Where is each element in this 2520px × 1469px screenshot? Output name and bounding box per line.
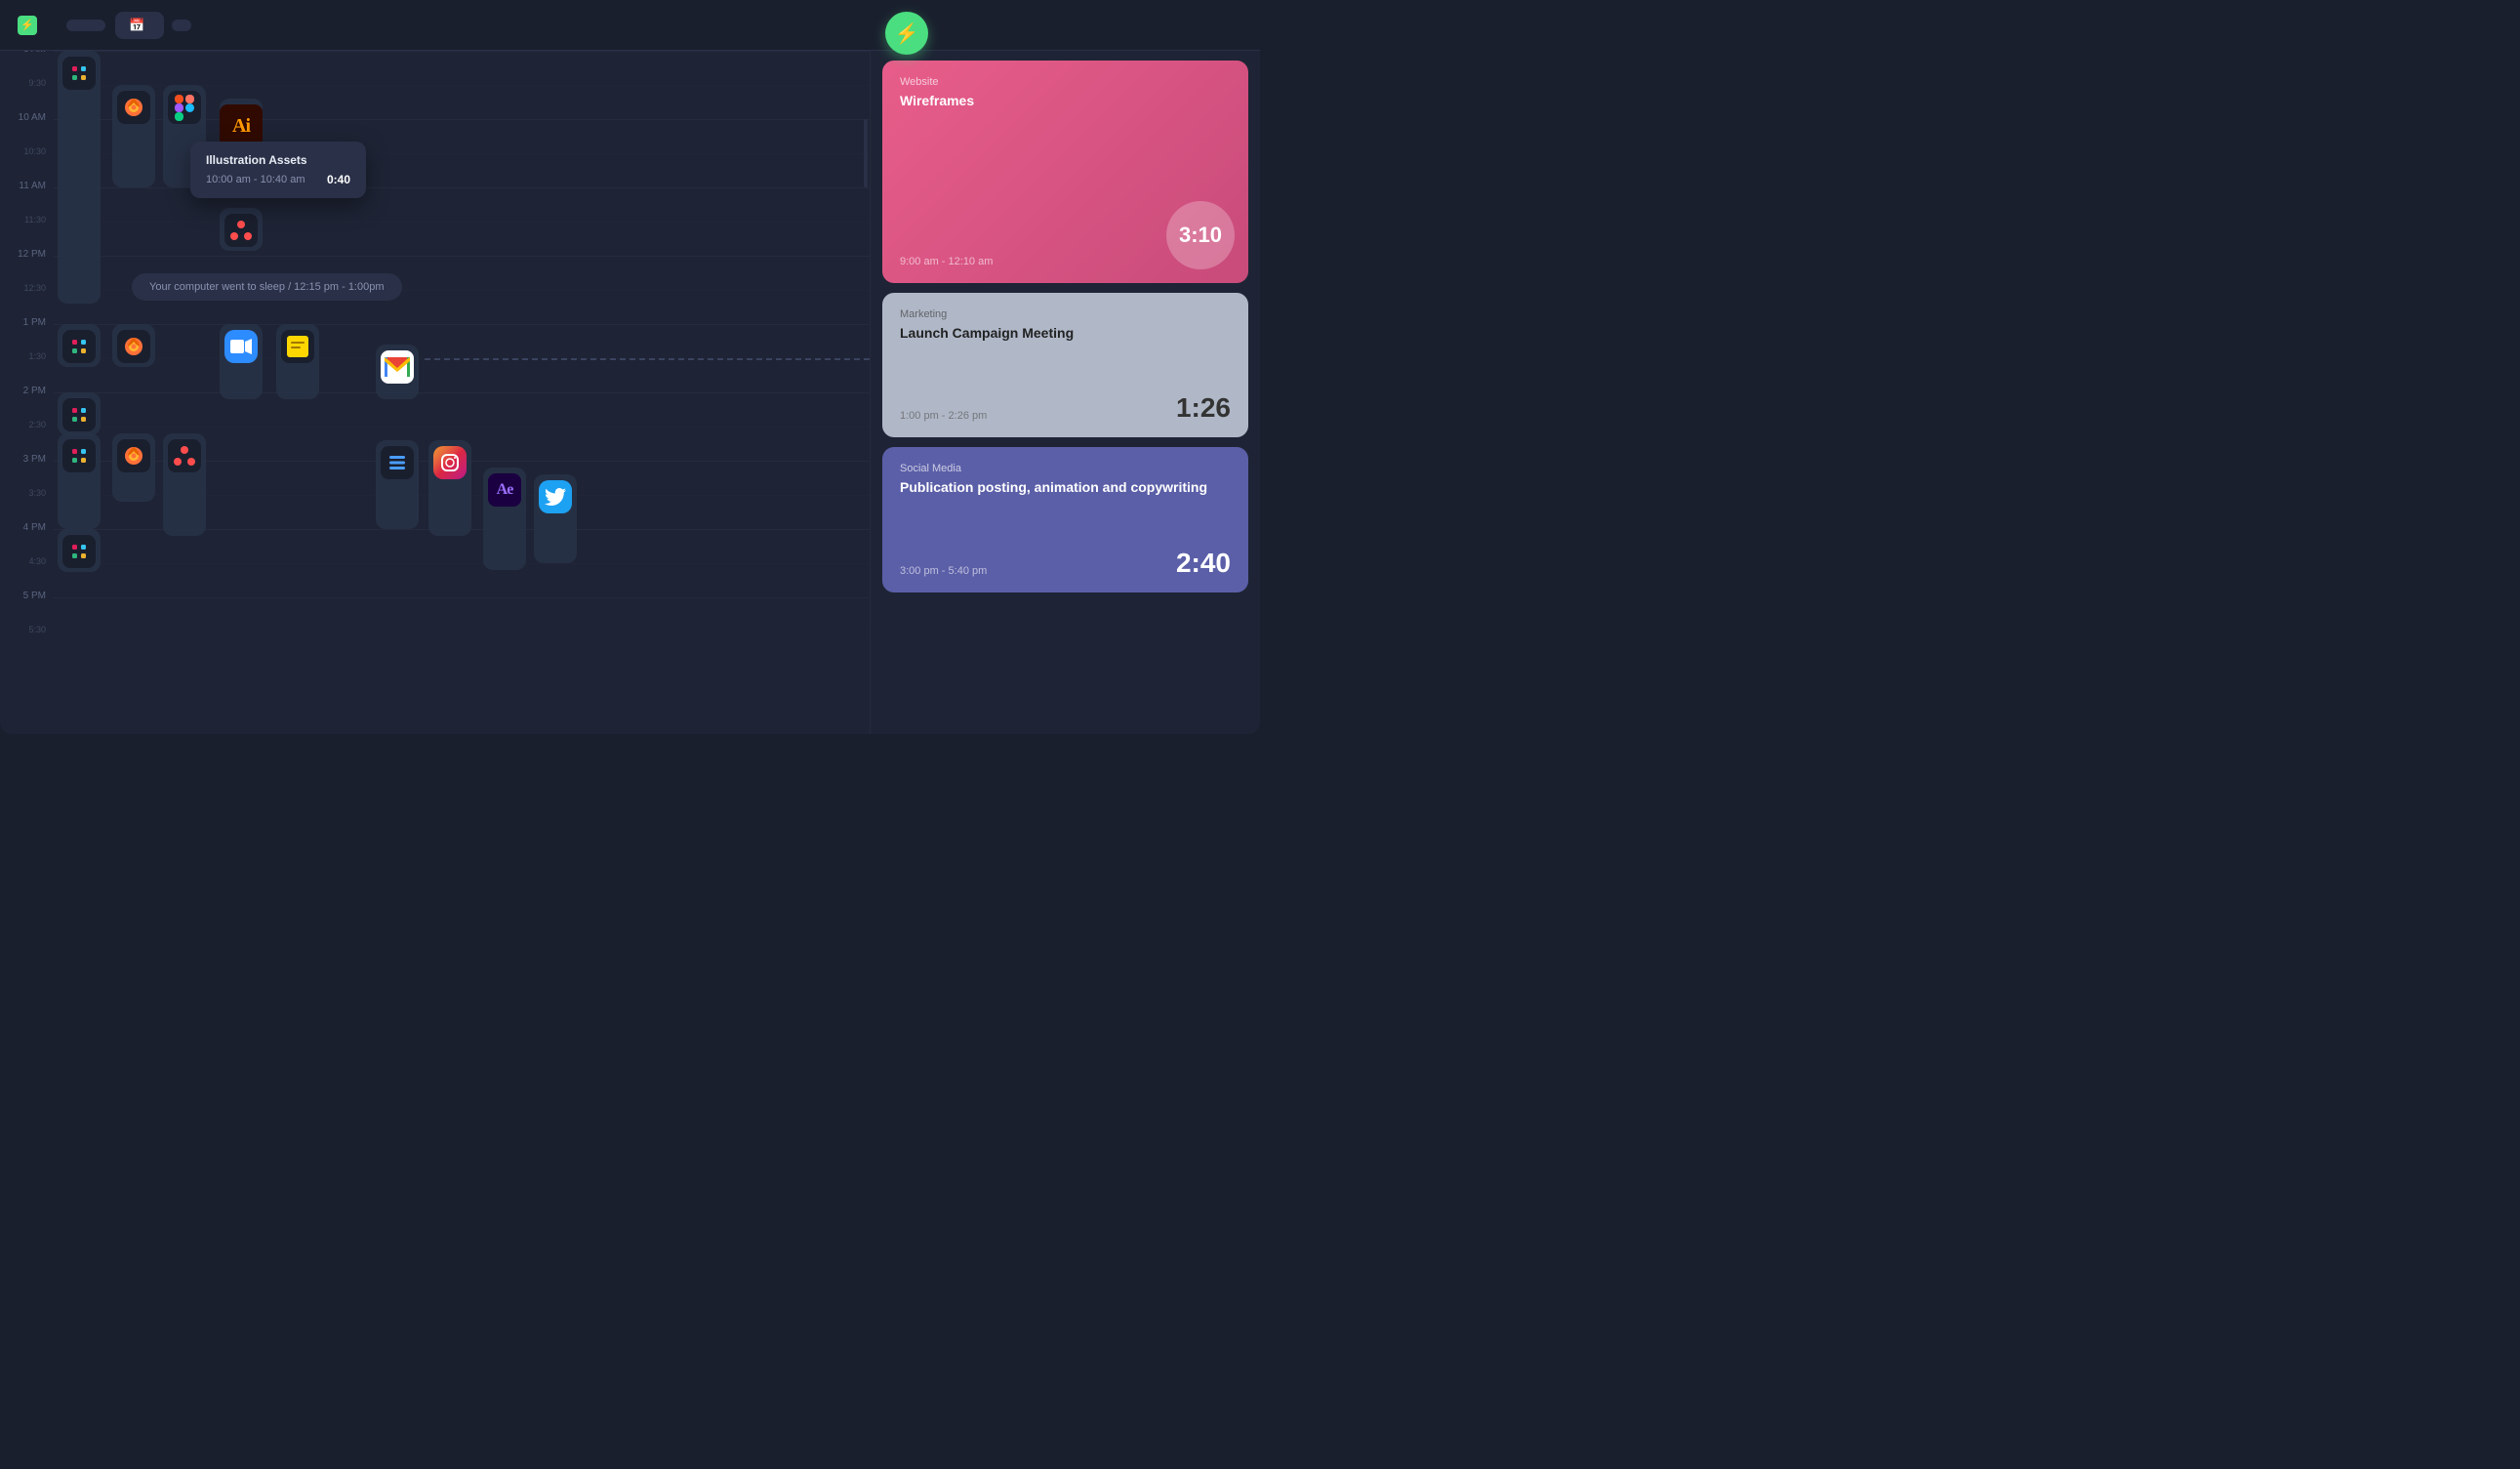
time-half-label: 10:30 (23, 147, 46, 156)
apps-area: Ai (54, 51, 870, 734)
tooltip-title: Illustration Assets (206, 153, 350, 167)
twitter-icon (539, 480, 572, 513)
timeline-area: 9 AM 9:30 10 AM 10:30 11 AM 11:30 12 PM 12:30 1 … (0, 51, 870, 734)
stickies-icon (281, 330, 314, 363)
time-half-label: 5:30 (28, 626, 46, 634)
app-block[interactable] (163, 433, 206, 536)
davinci-icon (168, 439, 201, 472)
app-tooltip: Illustration Assets 10:00 am - 10:40 am … (190, 142, 366, 198)
dashed-connector (425, 358, 870, 360)
app-block[interactable] (376, 440, 419, 529)
zoom-icon (224, 330, 258, 363)
app-block[interactable] (58, 324, 101, 367)
right-panel: Website Wireframes 9:00 am - 12:10 am 3:… (870, 51, 1260, 734)
card-category: Website (900, 76, 1231, 88)
app-block[interactable] (534, 474, 577, 563)
app-block[interactable] (276, 324, 319, 399)
time-labels: 9 AM 9:30 10 AM 10:30 11 AM 11:30 12 PM 12:30 1 … (0, 51, 54, 734)
time-label: 12 PM (18, 250, 46, 260)
time-label: 5 PM (23, 592, 46, 601)
figma-icon (168, 91, 201, 124)
logo-icon: ⚡ (18, 16, 37, 35)
time-half-label: 12:30 (23, 284, 46, 293)
firefox-icon (117, 91, 150, 124)
date-nav[interactable] (66, 20, 105, 31)
app-container: ⚡ 📅 ⚡ 9 AM 9:30 10 AM 10:30 11 AM 11:30 12 PM 1… (0, 0, 1260, 734)
task-card-marketing-meeting[interactable]: Marketing Launch Campaign Meeting 1:00 p… (882, 293, 1248, 437)
calendar-icon: 📅 (129, 18, 144, 33)
slack-icon (62, 535, 96, 568)
time-label: 11 AM (19, 182, 46, 191)
app-block[interactable]: Ae (483, 468, 526, 570)
time-half-label: 11:30 (24, 216, 46, 224)
refresh-button[interactable] (172, 20, 191, 31)
card-category: Social Media (900, 463, 1231, 474)
time-half-label: 2:30 (28, 421, 46, 429)
card-duration: 1:26 (1176, 392, 1231, 424)
time-label: 4 PM (23, 523, 46, 533)
main-content: 9 AM 9:30 10 AM 10:30 11 AM 11:30 12 PM 12:30 1 … (0, 51, 1260, 734)
time-half-label: 4:30 (28, 557, 46, 566)
header: ⚡ 📅 (0, 0, 1260, 51)
time-half-label: 1:30 (28, 352, 46, 361)
firefox-icon (117, 330, 150, 363)
app-block[interactable] (58, 433, 101, 529)
sleep-notification: Your computer went to sleep / 12:15 pm -… (132, 273, 402, 301)
task-card-social-media[interactable]: Social Media Publication posting, animat… (882, 447, 1248, 592)
app-block[interactable] (112, 433, 155, 502)
app-block[interactable] (220, 208, 263, 251)
davinci-icon (224, 214, 258, 247)
card-duration: 2:40 (1176, 548, 1231, 579)
tooltip-time-row: 10:00 am - 10:40 am 0:40 (206, 173, 350, 186)
instagram-icon (433, 446, 467, 479)
card-duration: 3:10 (1166, 201, 1235, 269)
today-button[interactable]: 📅 (115, 12, 164, 39)
time-half-label: 9:30 (28, 79, 46, 88)
resize-handle[interactable] (864, 119, 868, 187)
timeline-scroll: 9 AM 9:30 10 AM 10:30 11 AM 11:30 12 PM 12:30 1 … (0, 51, 870, 734)
card-title: Launch Campaign Meeting (900, 324, 1231, 342)
app-block[interactable] (376, 345, 419, 399)
time-half-label: 3:30 (28, 489, 46, 498)
time-label: 10 AM (19, 113, 46, 123)
app-block[interactable] (112, 324, 155, 367)
time-label: 3 PM (23, 455, 46, 465)
buffer-icon (381, 446, 414, 479)
aftereffects-icon: Ae (488, 473, 521, 507)
slack-icon (62, 398, 96, 431)
logo: ⚡ (18, 16, 43, 35)
app-block[interactable] (58, 51, 101, 304)
task-card-website-wireframes[interactable]: Website Wireframes 9:00 am - 12:10 am 3:… (882, 61, 1248, 283)
firefox-icon (117, 439, 150, 472)
card-title: Wireframes (900, 92, 1231, 109)
slack-icon (62, 439, 96, 472)
time-label: 2 PM (23, 387, 46, 396)
lightning-icon: ⚡ (895, 21, 919, 46)
app-block[interactable] (58, 392, 101, 435)
slack-icon (62, 57, 96, 90)
tooltip-duration: 0:40 (327, 173, 350, 186)
slack-icon (62, 330, 96, 363)
app-block[interactable] (112, 85, 155, 187)
card-title: Publication posting, animation and copyw… (900, 478, 1231, 496)
app-block[interactable] (428, 440, 471, 536)
time-label: 1 PM (23, 318, 46, 328)
card-category: Marketing (900, 308, 1231, 320)
time-label: 9 AM (23, 51, 46, 55)
tooltip-time: 10:00 am - 10:40 am (206, 174, 305, 185)
lightning-badge[interactable]: ⚡ (885, 12, 928, 55)
app-block[interactable] (58, 529, 101, 572)
gmail-icon (381, 350, 414, 384)
app-block[interactable] (220, 324, 263, 399)
